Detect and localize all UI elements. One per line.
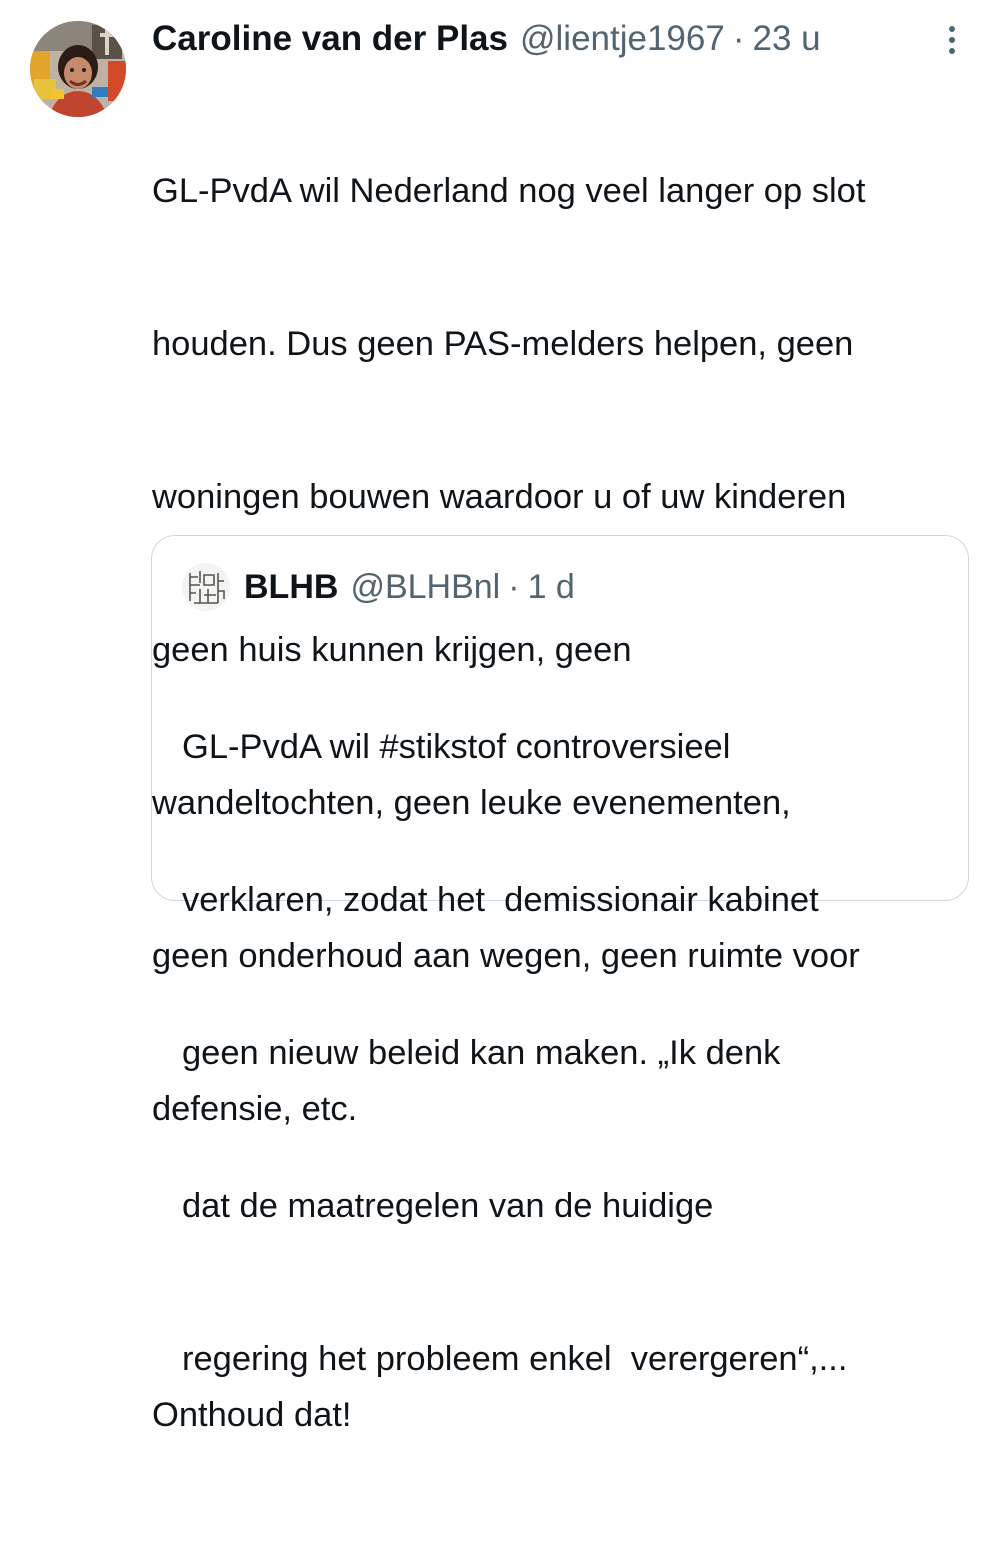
quoted-author-handle[interactable]: @BLHBnl <box>350 562 500 612</box>
quoted-text-line: GL-PvdA wil #stikstof controversieel <box>182 728 731 766</box>
author-name[interactable]: Caroline van der Plas <box>152 14 508 64</box>
quoted-tweet-timestamp[interactable]: 1 d <box>528 562 575 612</box>
separator-dot: · <box>508 568 520 606</box>
tweet-text-line: GL-PvdA wil Nederland nog veel langer op… <box>152 172 866 210</box>
author-avatar[interactable] <box>30 21 126 117</box>
profile-photo-icon <box>30 21 126 117</box>
quoted-text-line: regering het probleem enkel verergeren“,… <box>182 1340 848 1378</box>
tweet-header: Caroline van der Plas @lientje1967 · 23 … <box>152 14 821 64</box>
more-options-button[interactable] <box>932 20 972 60</box>
quoted-text-line: geen nieuw beleid kan maken. „Ik denk <box>182 1034 781 1072</box>
blhb-logo-icon <box>182 563 230 611</box>
quoted-author-avatar[interactable] <box>182 563 230 611</box>
tweet-text-line: houden. Dus geen PAS-melders helpen, gee… <box>152 325 854 363</box>
tweet-timestamp[interactable]: 23 u <box>752 14 820 64</box>
more-vertical-icon <box>949 26 955 54</box>
quoted-tweet-header: BLHB @BLHBnl · 1 d <box>244 562 575 612</box>
quoted-text-line: verklaren, zodat het demissionair kabine… <box>182 881 819 919</box>
author-handle[interactable]: @lientje1967 <box>520 14 725 64</box>
tweet[interactable]: Caroline van der Plas @lientje1967 · 23 … <box>0 0 1000 1434</box>
quoted-tweet[interactable]: BLHB @BLHBnl · 1 d GL-PvdA wil #stikstof… <box>151 535 969 1378</box>
quoted-author-name[interactable]: BLHB <box>244 562 338 612</box>
quoted-tweet-text: GL-PvdA wil #stikstof controversieel ver… <box>182 620 962 1487</box>
quoted-text-line: dat de maatregelen van de huidige <box>182 1187 714 1225</box>
separator-dot: · <box>732 19 745 58</box>
tweet-text-line: woningen bouwen waardoor u of uw kindere… <box>152 478 847 516</box>
